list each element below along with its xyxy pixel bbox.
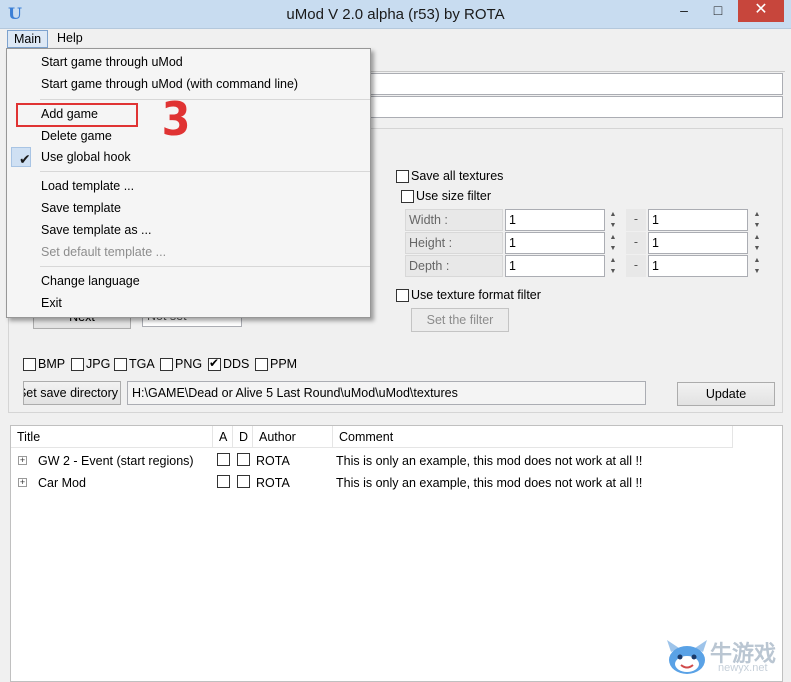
menu-use-global-hook-label: Use global hook <box>41 150 131 164</box>
depth-max-input[interactable]: 1 <box>648 255 748 277</box>
row-title: Car Mod <box>38 476 86 490</box>
table-row[interactable]: + GW 2 - Event (start regions) ROTA This… <box>11 450 782 472</box>
width-max-input[interactable]: 1 <box>648 209 748 231</box>
format-dds-label: DDS <box>223 357 250 371</box>
height-range-dash: - <box>626 232 646 254</box>
close-button[interactable]: ✕ <box>738 0 784 22</box>
width-range-dash: - <box>626 209 646 231</box>
format-tga-checkbox[interactable] <box>114 358 127 371</box>
format-jpg-label: JPG <box>86 357 111 371</box>
depth-label: Depth : <box>405 255 503 277</box>
expand-icon[interactable]: + <box>18 456 27 465</box>
width-min-input[interactable]: 1 <box>505 209 605 231</box>
depth-range-dash: - <box>626 255 646 277</box>
maximize-button[interactable]: □ <box>704 0 732 22</box>
column-a[interactable]: A <box>213 426 233 448</box>
menu-help[interactable]: Help <box>51 30 89 48</box>
use-size-filter-checkbox[interactable] <box>401 190 414 203</box>
menu-start-game[interactable]: Start game through uMod <box>8 51 369 73</box>
title-bar: U uMod V 2.0 alpha (r53) by ROTA – □ ✕ <box>0 0 791 29</box>
height-label: Height : <box>405 232 503 254</box>
format-tga-label: TGA <box>129 357 155 371</box>
table-row[interactable]: + Car Mod ROTA This is only an example, … <box>11 472 782 494</box>
game-field-1[interactable] <box>370 73 783 95</box>
check-icon: ✔ <box>209 356 220 370</box>
use-size-filter-label: Use size filter <box>416 189 492 203</box>
format-ppm-label: PPM <box>270 357 298 371</box>
check-indicator: ✔ <box>11 147 31 167</box>
height-min-input[interactable]: 1 <box>505 232 605 254</box>
check-icon: ✔ <box>19 151 31 167</box>
save-all-textures-label: Save all textures <box>411 169 504 183</box>
highlight-box <box>16 103 138 127</box>
set-filter-button[interactable]: Set the filter <box>411 308 509 332</box>
save-directory-path[interactable]: H:\GAME\Dead or Alive 5 Last Round\uMod\… <box>127 381 646 405</box>
menu-separator <box>40 266 370 267</box>
format-png-checkbox[interactable] <box>160 358 173 371</box>
row-title: GW 2 - Event (start regions) <box>38 454 194 468</box>
mascot-logo-icon <box>667 640 707 674</box>
menu-main[interactable]: Main <box>7 30 49 48</box>
row-comment: This is only an example, this mod does n… <box>336 454 643 468</box>
format-ppm-checkbox[interactable] <box>255 358 268 371</box>
width-min-spinner[interactable]: ▲ ▼ <box>607 209 619 231</box>
depth-max-spinner[interactable]: ▲ ▼ <box>751 255 763 277</box>
column-d[interactable]: D <box>233 426 253 448</box>
set-save-directory-label: Set save directory <box>23 386 118 400</box>
column-comment[interactable]: Comment <box>333 426 733 448</box>
height-max-input[interactable]: 1 <box>648 232 748 254</box>
row-a-checkbox[interactable] <box>217 475 230 488</box>
watermark-url: newyx.net <box>718 662 768 674</box>
row-author: ROTA <box>256 454 290 468</box>
menu-bar: Main Help <box>0 29 791 49</box>
menu-change-language[interactable]: Change language <box>8 270 369 292</box>
row-d-checkbox[interactable] <box>237 475 250 488</box>
format-png-label: PNG <box>175 357 203 371</box>
row-author: ROTA <box>256 476 290 490</box>
game-field-2[interactable] <box>370 96 783 118</box>
column-author[interactable]: Author <box>253 426 333 448</box>
width-max-spinner[interactable]: ▲ ▼ <box>751 209 763 231</box>
format-bmp-checkbox[interactable] <box>23 358 36 371</box>
format-jpg-checkbox[interactable] <box>71 358 84 371</box>
menu-exit[interactable]: Exit <box>8 292 369 314</box>
update-button[interactable]: Update <box>677 382 775 406</box>
depth-min-input[interactable]: 1 <box>505 255 605 277</box>
menu-separator <box>40 171 370 172</box>
format-bmp-label: BMP <box>38 357 66 371</box>
menu-save-template[interactable]: Save template <box>8 197 369 219</box>
set-save-directory-button[interactable]: Set save directory <box>23 381 121 405</box>
menu-save-template-as[interactable]: Save template as ... <box>8 219 369 241</box>
format-filter-label: Use texture format filter <box>411 288 541 302</box>
expand-icon[interactable]: + <box>18 478 27 487</box>
menu-use-global-hook[interactable]: ✔ Use global hook <box>8 146 369 168</box>
height-max-spinner[interactable]: ▲ ▼ <box>751 232 763 254</box>
format-dds-checkbox[interactable]: ✔ <box>208 356 221 371</box>
column-title[interactable]: Title <box>11 426 213 448</box>
main-menu-dropdown: Start game through uMod Start game throu… <box>6 48 371 318</box>
menu-load-template[interactable]: Load template ... <box>8 175 369 197</box>
width-label: Width : <box>405 209 503 231</box>
save-all-textures-checkbox[interactable] <box>396 170 409 183</box>
depth-min-spinner[interactable]: ▲ ▼ <box>607 255 619 277</box>
row-comment: This is only an example, this mod does n… <box>336 476 643 490</box>
menu-separator <box>40 99 370 100</box>
format-filter-checkbox[interactable] <box>396 289 409 302</box>
minimize-button[interactable]: – <box>670 0 698 22</box>
height-min-spinner[interactable]: ▲ ▼ <box>607 232 619 254</box>
menu-set-default-template: Set default template ... <box>41 245 167 259</box>
row-a-checkbox[interactable] <box>217 453 230 466</box>
step-number-annotation: 3 <box>161 92 191 146</box>
row-d-checkbox[interactable] <box>237 453 250 466</box>
